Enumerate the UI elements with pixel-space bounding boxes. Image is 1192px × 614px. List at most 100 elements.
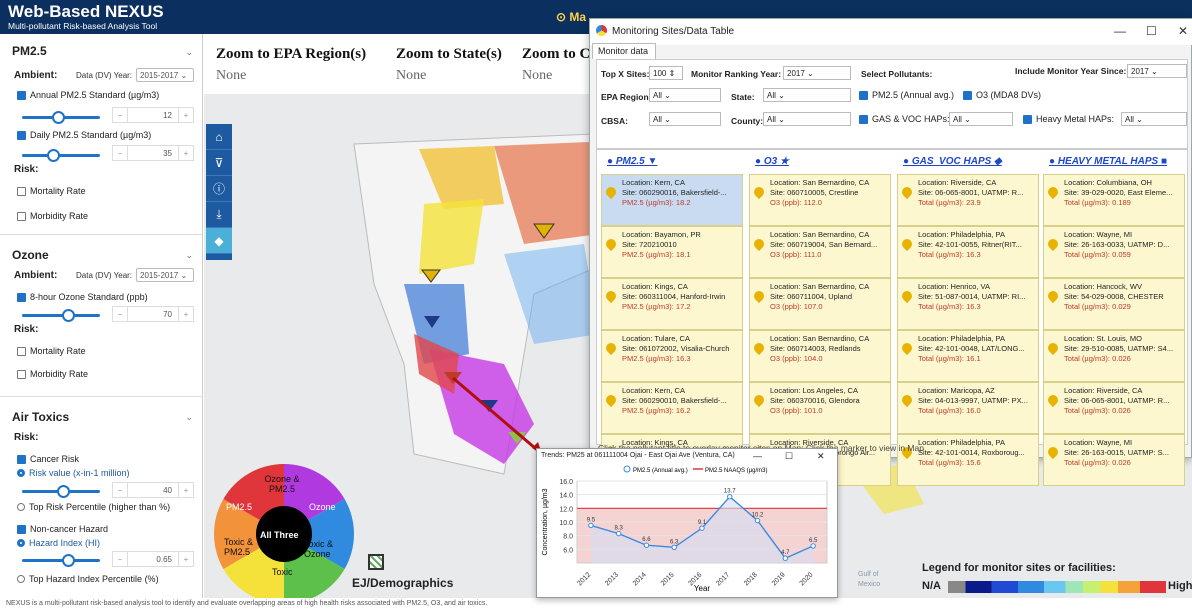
monitor-card[interactable]: Location: Riverside, CA Site: 06-065-8001… [1043,382,1185,434]
epa-select[interactable]: All ⌄ [649,88,721,102]
metal-checkbox[interactable]: Heavy Metal HAPs: [1023,114,1114,124]
chevron-down-icon[interactable]: ⌄ [185,412,193,423]
noncancer-checkbox[interactable]: Non-cancer Hazard [17,524,108,534]
monitor-card[interactable]: Location: St. Louis, MO Site: 29-510-0085… [1043,330,1185,382]
map-pin-icon[interactable] [751,288,767,304]
chevron-down-icon[interactable]: ⌄ [185,250,193,261]
map-pin-icon[interactable] [603,236,619,252]
map-pin-icon[interactable] [1045,340,1061,356]
monitor-card[interactable]: Location: San Bernardino, CA Site: 060714… [749,330,891,382]
map-pin-icon[interactable] [603,184,619,200]
risk-slider[interactable] [22,485,100,498]
home-icon[interactable]: ⌂ [206,124,232,150]
ozone-slider[interactable] [22,309,100,322]
o3-checkbox[interactable]: O3 (MDA8 DVs) [963,90,1041,100]
monitor-card[interactable]: Location: Maricopa, AZ Site: 04-013-9997,… [897,382,1039,434]
map-pin-icon[interactable] [1045,236,1061,252]
map-pin-icon[interactable] [899,340,915,356]
monitor-card[interactable]: Location: Kern, CA Site: 060290010, Baker… [601,382,743,434]
monitor-card[interactable]: Location: Wayne, MI Site: 26-163-0015, UA… [1043,434,1185,486]
ozone-heading[interactable]: Ozone [12,248,49,262]
top-hi-percentile-radio[interactable]: Top Hazard Index Percentile (%) [17,574,159,584]
ej-icon[interactable] [368,554,384,570]
pm25-heading[interactable]: PM2.5 [12,44,47,58]
daily-stepper[interactable]: −35 + [112,145,194,161]
zoom-epa-value[interactable]: None [216,68,246,84]
since-select[interactable]: 2017 ⌄ [1127,64,1187,78]
zoom-state-label[interactable]: Zoom to State(s) [396,46,502,63]
close-icon[interactable]: ✕ [1178,24,1188,38]
monitor-card[interactable]: Location: Kern, CA Site: 060290016, Baker… [601,174,743,226]
ej-label[interactable]: EJ/Demographics [352,576,453,590]
monitor-card[interactable]: Location: Los Angeles, CA Site: 060370016… [749,382,891,434]
monitor-card[interactable]: Location: Philadelphia, PA Site: 42-101-0… [897,226,1039,278]
morbidity-checkbox[interactable]: Morbidity Rate [17,211,88,221]
map-pin-icon[interactable] [899,392,915,408]
cbsa-select[interactable]: All ⌄ [649,112,721,126]
map-pin-icon[interactable] [603,392,619,408]
close-icon[interactable]: ✕ [817,451,825,462]
dv-year-select[interactable]: 2015-2017 ⌄ [136,268,194,282]
map-pin-icon[interactable] [899,184,915,200]
map-pin-icon[interactable] [899,288,915,304]
wheel-toxic-ozone[interactable]: Toxic & Ozone [304,539,344,559]
monitor-card[interactable]: Location: Henrico, VA Site: 51-087-0014, … [897,278,1039,330]
morbidity-checkbox[interactable]: Morbidity Rate [17,369,88,379]
map-pin-icon[interactable] [1045,392,1061,408]
annual-stepper[interactable]: −12 + [112,107,194,123]
wheel-ozone[interactable]: Ozone [309,502,336,512]
column-header[interactable]: ● GAS_VOC HAPS ◆ [903,156,1002,167]
metal-select[interactable]: All ⌄ [1121,112,1187,126]
monitor-card[interactable]: Location: Philadelphia, PA Site: 42-101-0… [897,434,1039,486]
zoom-epa-label[interactable]: Zoom to EPA Region(s) [216,46,366,63]
monitor-card[interactable]: Location: Philadelphia, PA Site: 42-101-0… [897,330,1039,382]
topx-stepper[interactable]: 100 ⇕ [649,66,683,80]
mortality-checkbox[interactable]: Mortality Rate [17,186,86,196]
minimize-icon[interactable]: — [1114,24,1126,38]
column-header[interactable]: ● HEAVY METAL HAPS ■ [1049,156,1167,167]
ozone-standard-checkbox[interactable]: 8-hour Ozone Standard (ppb) [17,292,148,302]
filter-icon[interactable]: ⊽ [206,150,232,176]
air-toxics-heading[interactable]: Air Toxics [12,410,69,424]
download-icon[interactable]: ⤓ [206,202,232,228]
dv-year-select[interactable]: 2015-2017 ⌄ [136,68,194,82]
pm25-checkbox[interactable]: PM2.5 (Annual avg.) [859,90,954,100]
state-select[interactable]: All ⌄ [763,88,851,102]
rank-select[interactable]: 2017 ⌄ [783,66,851,80]
map-pin-icon[interactable] [751,184,767,200]
monitor-card[interactable]: Location: San Bernardino, CA Site: 060719… [749,226,891,278]
annual-slider[interactable] [22,111,100,124]
map-pin-icon[interactable] [1045,444,1061,460]
map-tab[interactable]: ⊙ Ma [556,10,586,24]
risk-stepper[interactable]: −40 + [112,482,194,498]
county-select[interactable]: All ⌄ [763,112,851,126]
monitor-card[interactable]: Location: Columbiana, OH Site: 39-029-002… [1043,174,1185,226]
map-pin-icon[interactable] [1045,184,1061,200]
monitor-card[interactable]: Location: San Bernardino, CA Site: 060711… [749,278,891,330]
monitor-card[interactable]: Location: San Bernardino, CA Site: 060710… [749,174,891,226]
wheel-ozone-pm[interactable]: Ozone & PM2.5 [262,474,302,494]
zoom-county-value[interactable]: None [522,68,552,84]
monitor-card[interactable]: Location: Hancock, WV Site: 54-029-0008, … [1043,278,1185,330]
map-pin-icon[interactable] [751,340,767,356]
top-risk-percentile-radio[interactable]: Top Risk Percentile (higher than %) [17,502,170,512]
maximize-icon[interactable]: ☐ [1146,24,1157,38]
map-pin-icon[interactable] [603,288,619,304]
wheel-center[interactable]: All Three [260,530,299,540]
mortality-checkbox[interactable]: Mortality Rate [17,346,86,356]
cancer-risk-checkbox[interactable]: Cancer Risk [17,454,79,464]
gas-checkbox[interactable]: GAS & VOC HAPs: [859,114,950,124]
monitor-card[interactable]: Location: Bayamon, PR Site: 720210010 PM2.… [601,226,743,278]
chevron-down-icon[interactable]: ⌄ [185,47,193,58]
map-pin-icon[interactable] [751,392,767,408]
hi-slider[interactable] [22,554,100,567]
map-pin-icon[interactable] [899,236,915,252]
monitor-card[interactable]: Location: Riverside, CA Site: 06-065-8001… [897,174,1039,226]
monitor-card[interactable]: Location: Tulare, CA Site: 061072002, Vis… [601,330,743,382]
risk-value-radio[interactable]: Risk value (x-in-1 million) [17,468,130,478]
ozone-stepper[interactable]: −70 + [112,306,194,322]
daily-standard-checkbox[interactable]: Daily PM2.5 Standard (µg/m3) [17,130,151,140]
hi-stepper[interactable]: −0.65 + [112,551,194,567]
maximize-icon[interactable]: ☐ [785,451,793,462]
info-icon[interactable]: ⓘ [206,176,232,202]
